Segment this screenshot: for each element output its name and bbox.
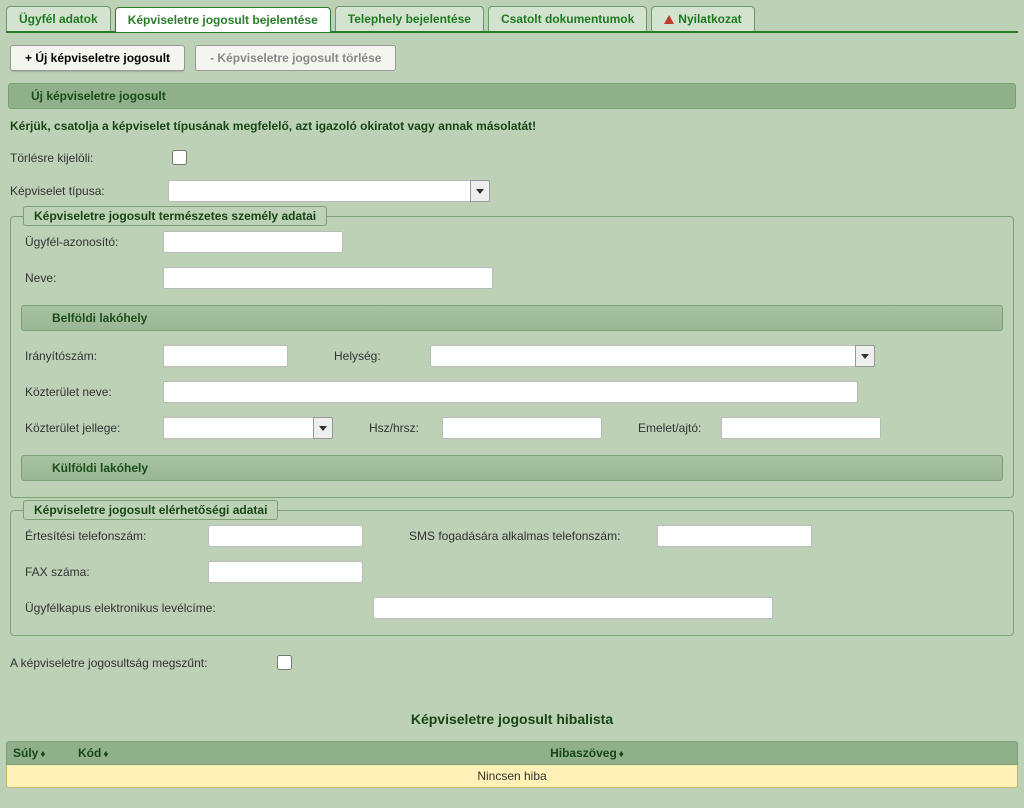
label-kepviselet-tipusa: Képviselet típusa: — [10, 184, 160, 198]
input-neve[interactable] — [163, 267, 493, 289]
bar-kulfoldi-lakohely[interactable]: Külföldi lakóhely — [21, 455, 1003, 481]
label-ugyfel-azonosito: Ügyfél-azonosító: — [25, 235, 155, 249]
add-representative-button[interactable]: + Új képviseletre jogosult — [10, 45, 185, 71]
chevron-down-icon[interactable] — [855, 345, 875, 367]
input-fax-szama[interactable] — [208, 561, 363, 583]
input-ugyfelkapu-email[interactable] — [373, 597, 773, 619]
legend-elerhetosegi-adatai: Képviseletre jogosult elérhetőségi adata… — [23, 500, 278, 520]
input-hsz-hrsz[interactable] — [442, 417, 602, 439]
fieldset-elerhetosegi-adatai: Képviseletre jogosult elérhetőségi adata… — [10, 510, 1014, 636]
chevron-down-icon[interactable] — [313, 417, 333, 439]
fieldset-szemely-adatai: Képviseletre jogosult természetes személ… — [10, 216, 1014, 498]
delete-representative-button[interactable]: - Képviseletre jogosult törlése — [195, 45, 396, 71]
checkbox-jogosultsag-megszunt[interactable] — [277, 655, 292, 670]
col-header-kod[interactable]: Kód♦ — [78, 746, 163, 760]
input-ugyfel-azonosito[interactable] — [163, 231, 343, 253]
label-iranyitoszam: Irányítószám: — [25, 349, 155, 363]
select-kepviselet-tipusa[interactable] — [168, 180, 490, 202]
select-helyseg[interactable] — [430, 345, 875, 367]
tab-ugyfel-adatok[interactable]: Ügyfél adatok — [6, 6, 111, 31]
label-helyseg: Helység: — [334, 349, 394, 363]
label-neve: Neve: — [25, 271, 155, 285]
legend-szemely-adatai: Képviseletre jogosult természetes személ… — [23, 206, 327, 226]
tab-telephely[interactable]: Telephely bejelentése — [335, 6, 484, 31]
label-fax-szama: FAX száma: — [25, 565, 200, 579]
label-emelet-ajto: Emelet/ajtó: — [638, 421, 713, 435]
input-sms-telefonszam[interactable] — [657, 525, 812, 547]
checkbox-torlesre-kijeloli[interactable] — [172, 150, 187, 165]
bar-belfoldi-lakohely[interactable]: Belföldi lakóhely — [21, 305, 1003, 331]
tab-csatolt-dokumentumok[interactable]: Csatolt dokumentumok — [488, 6, 647, 31]
tab-nyilatkozat[interactable]: Nyilatkozat — [651, 6, 754, 31]
label-ertesitesi-telefonszam: Értesítési telefonszám: — [25, 529, 200, 543]
label-sms-telefonszam: SMS fogadására alkalmas telefonszám: — [409, 529, 649, 543]
label-jogosultsag-megszunt: A képviseletre jogosultság megszűnt: — [10, 656, 265, 670]
errorlist-empty-row: Nincsen hiba — [6, 765, 1018, 788]
select-kozterulet-jellege[interactable] — [163, 417, 333, 439]
instruction-text: Kérjük, csatolja a képviselet típusának … — [6, 117, 1018, 143]
input-ertesitesi-telefonszam[interactable] — [208, 525, 363, 547]
input-iranyitoszam[interactable] — [163, 345, 288, 367]
label-torlesre-kijeloli: Törlésre kijelöli: — [10, 151, 160, 165]
toolbar: + Új képviseletre jogosult - Képviseletr… — [6, 33, 1018, 79]
label-ugyfelkapu-email: Ügyfélkapus elektronikus levélcíme: — [25, 601, 365, 615]
input-emelet-ajto[interactable] — [721, 417, 881, 439]
tab-nyilatkozat-label: Nyilatkozat — [678, 12, 741, 26]
tab-row: Ügyfél adatok Képviseletre jogosult beje… — [6, 2, 1018, 33]
label-kozterulet-neve: Közterület neve: — [25, 385, 155, 399]
errorlist-title: Képviseletre jogosult hibalista — [6, 681, 1018, 741]
errorlist-header: Súly♦ Kód♦ Hibaszöveg♦ — [6, 741, 1018, 765]
col-header-hibaszoveg[interactable]: Hibaszöveg♦ — [163, 746, 1011, 760]
warning-icon — [664, 15, 674, 24]
input-kozterulet-neve[interactable] — [163, 381, 858, 403]
chevron-down-icon[interactable] — [470, 180, 490, 202]
col-header-suly[interactable]: Súly♦ — [13, 746, 78, 760]
section-header-uj-kepviseletre: Új képviseletre jogosult — [8, 83, 1016, 109]
tab-kepviseletre-jogosult[interactable]: Képviseletre jogosult bejelentése — [115, 7, 331, 32]
label-hsz-hrsz: Hsz/hrsz: — [369, 421, 434, 435]
label-kozterulet-jellege: Közterület jellege: — [25, 421, 155, 435]
